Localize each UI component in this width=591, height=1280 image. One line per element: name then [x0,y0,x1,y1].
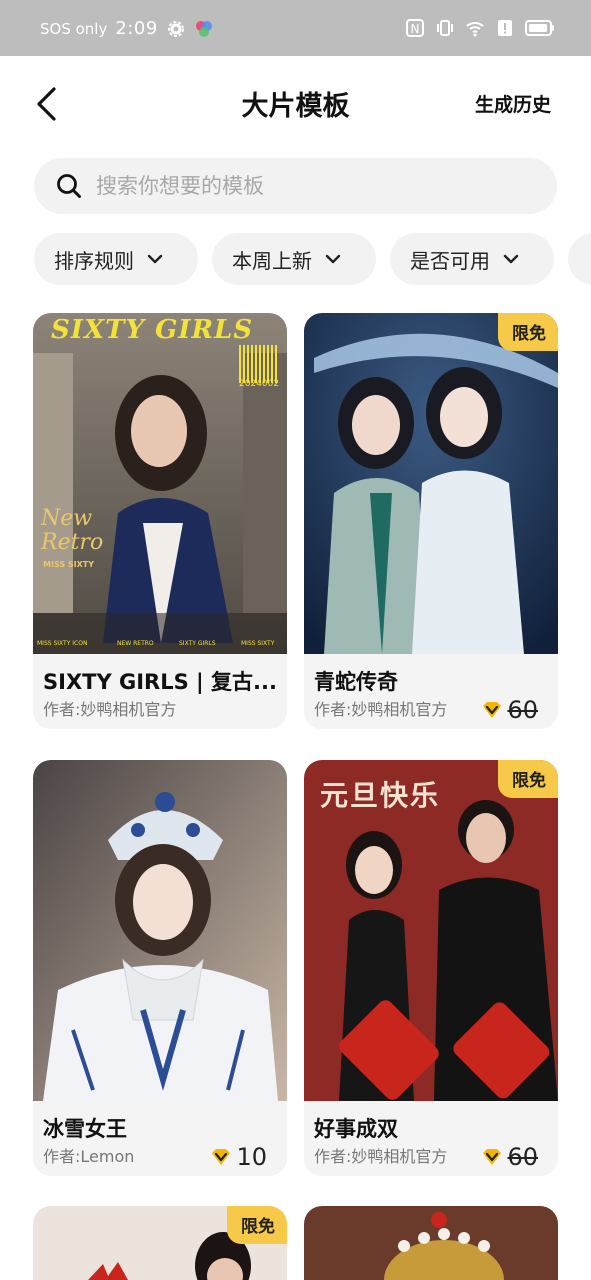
card-author: 作者:妙鸭相机官方 [43,700,177,719]
cover-tag: MISS SIXTY [43,560,95,569]
card-author: 作者:妙鸭相机官方 [314,700,448,719]
cover-photo [304,313,558,654]
filter-label: 排序规则 [54,248,134,273]
search-icon [57,174,81,198]
template-cover-image: SIXTY GIRLS 2024002 New Retro MISS SIXTY… [33,313,287,654]
status-right: N [405,18,555,38]
cover-script-new: New [41,506,93,531]
search-input[interactable] [96,174,516,198]
template-cover-image [33,760,287,1101]
sos-status: SOS only [40,19,108,38]
cover-photo [33,760,287,1101]
diamond-coin-icon [212,1149,231,1165]
generation-history-link[interactable]: 生成历史 [475,90,551,117]
chevron-down-icon [503,254,519,264]
cover-footer-right: MISS SIXTY [241,640,275,647]
card-title: 青蛇传奇 [314,670,398,694]
cover-headline: SIXTY GIRLS [51,315,254,345]
svg-text:N: N [411,22,420,36]
free-limited-badge: 限免 [227,1206,287,1244]
card-author: 作者:妙鸭相机官方 [314,1147,448,1166]
card-title: 好事成双 [314,1117,398,1141]
price-value: 10 [236,1143,267,1171]
template-card[interactable]: 限免 [33,1206,287,1280]
free-limited-badge: 限免 [498,313,558,351]
price: 10 [210,1145,267,1169]
diamond-coin-icon [483,702,502,718]
template-cover-image: 限免 [33,1206,287,1280]
chevron-down-icon [325,254,341,264]
vibrate-icon [437,20,453,36]
price: 60 [481,1145,538,1169]
card-info: 好事成双 作者:妙鸭相机官方 60 [304,1101,558,1176]
template-card[interactable] [304,1206,558,1280]
cover-barcode-number: 2024002 [239,379,280,389]
diamond-coin-icon [483,1149,502,1165]
chevron-down-icon [147,254,163,264]
cover-script-retro: Retro [41,530,104,555]
search-bar[interactable] [34,158,557,214]
top-app-bar: 大片模板 生成历史 [0,56,591,152]
settings-gear-icon [167,20,184,37]
cover-footer-mid-1: NEW RETRO [117,640,154,647]
filter-label: 是否可用 [410,248,490,273]
alert-icon [498,20,512,36]
template-cover-image: 限免 [304,313,558,654]
barcode-graphic [239,345,279,383]
app-logo-icon [195,20,212,37]
card-info: 青蛇传奇 作者:妙鸭相机官方 60 [304,654,558,729]
template-cover-image: 元旦快乐 限免 [304,760,558,1101]
clock: 2:09 [115,18,158,39]
filter-sort-rule[interactable]: 排序规则 [34,233,198,285]
wifi-icon [466,22,484,37]
card-info: 冰雪女王 作者:Lemon 10 [33,1101,287,1176]
card-title: 冰雪女王 [43,1117,127,1141]
template-cover-image [304,1206,558,1280]
card-author: 作者:Lemon [43,1147,135,1166]
cover-headline: 元旦快乐 [320,779,441,812]
cover-footer-mid-2: SIXTY GIRLS [179,640,216,647]
nfc-icon: N [406,19,424,37]
cover-photo [304,1206,558,1280]
cover-footer-left: MISS SIXTY ICON [37,640,88,647]
filter-new-this-week[interactable]: 本周上新 [212,233,376,285]
battery-icon [525,20,554,36]
status-left: SOS only 2:09 [40,18,214,39]
filter-availability[interactable]: 是否可用 [390,233,554,285]
filter-label: 本周上新 [232,248,312,273]
template-card[interactable]: 冰雪女王 作者:Lemon 10 [33,760,287,1176]
free-limited-badge: 限免 [498,760,558,798]
filter-more[interactable] [568,233,591,285]
template-card[interactable]: 限免 青蛇传奇 作者:妙鸭相机官方 60 [304,313,558,729]
template-card[interactable]: 元旦快乐 限免 好事成双 作者:妙鸭相机官方 60 [304,760,558,1176]
price-value: 60 [507,696,538,724]
template-card[interactable]: SIXTY GIRLS 2024002 New Retro MISS SIXTY… [33,313,287,729]
status-bar: SOS only 2:09 N [0,0,591,56]
price: 60 [481,698,538,722]
card-info: SIXTY GIRLS | 复古... 作者:妙鸭相机官方 [33,654,287,729]
card-title: SIXTY GIRLS | 复古... [43,670,277,694]
filter-bar: 排序规则 本周上新 是否可用 [34,233,591,285]
price-value: 60 [507,1143,538,1171]
